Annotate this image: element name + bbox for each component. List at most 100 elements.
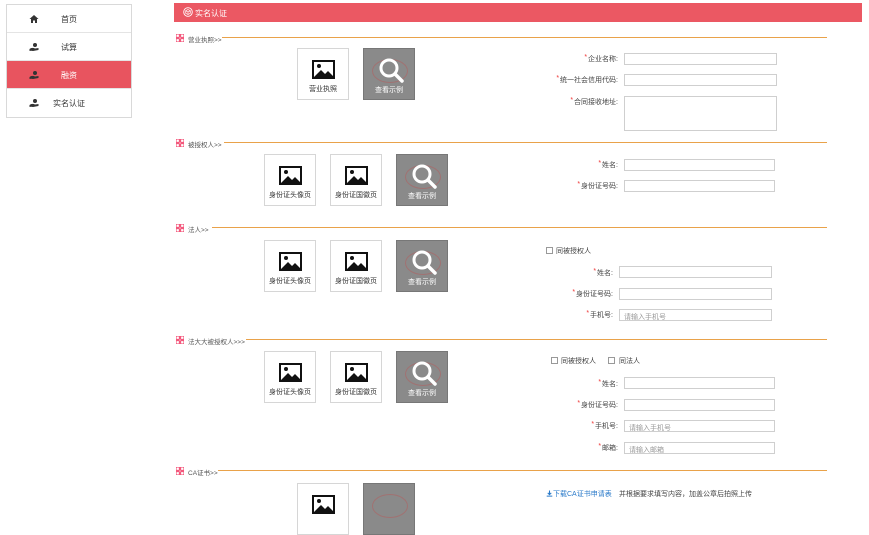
same-as-authorized-checkbox[interactable]: [551, 357, 558, 364]
image-placeholder-icon: [312, 60, 335, 79]
section-title: 法大大被授权人>>>: [188, 339, 245, 346]
magnifier-icon: [412, 361, 437, 386]
grid-icon: [176, 139, 184, 147]
sidebar-item-label: 首页: [61, 15, 77, 24]
upload-caption: 身份证头像页: [269, 389, 311, 396]
contract-address-label: *合同接收地址:: [570, 97, 618, 106]
spouse-phone-field[interactable]: 请输入手机号: [624, 420, 775, 432]
legal-phone-label: *手机号:: [586, 310, 613, 319]
spouse-email-field[interactable]: 请输入邮箱: [624, 442, 775, 454]
spouse-name-field[interactable]: [624, 377, 775, 389]
page-title: 实名认证: [195, 9, 227, 18]
grid-icon: [176, 467, 184, 475]
spouse-id-label: *身份证号码:: [577, 400, 618, 409]
legal-name-field[interactable]: [619, 266, 772, 278]
spouse-email-label: *邮箱:: [598, 443, 618, 452]
section-title: 营业执照>>: [188, 37, 222, 44]
upload-id-front[interactable]: 身份证头像页: [264, 240, 316, 292]
section-divider: [212, 227, 827, 228]
upload-caption: 营业执照: [309, 86, 337, 93]
spouse-phone-label: *手机号:: [591, 421, 618, 430]
view-example-button[interactable]: 查看示例: [396, 154, 448, 206]
hand-coin-icon: [29, 43, 39, 51]
checkbox-label: 同被授权人: [561, 358, 596, 365]
upload-ca-certificate[interactable]: [297, 483, 349, 535]
grid-icon: [176, 34, 184, 42]
upload-caption: 身份证国徽页: [335, 389, 377, 396]
example-caption: 查看示例: [408, 279, 436, 286]
download-instruction: 并根据要求填写内容，加盖公章后拍照上传: [619, 491, 752, 498]
upload-id-back[interactable]: 身份证国徽页: [330, 240, 382, 292]
same-as-authorized-checkbox[interactable]: [546, 247, 553, 254]
authorized-name-field[interactable]: [624, 159, 775, 171]
authorized-name-label: *姓名:: [598, 160, 618, 169]
sidebar-item-label: 试算: [61, 43, 77, 52]
sidebar-item-trial[interactable]: 试算: [7, 33, 131, 61]
upload-business-license[interactable]: 营业执照: [297, 48, 349, 100]
sidebar-item-label: 融资: [61, 71, 77, 80]
company-name-field[interactable]: [624, 53, 777, 65]
image-placeholder-icon: [345, 252, 368, 271]
image-placeholder-icon: [279, 363, 302, 382]
legal-id-label: *身份证号码:: [572, 289, 613, 298]
sidebar: 首页 试算 融资 实名认证: [6, 4, 132, 118]
view-example-button[interactable]: [363, 483, 415, 535]
section-divider: [224, 142, 827, 143]
grid-icon: [176, 336, 184, 344]
section-divider: [222, 37, 827, 38]
example-caption: 查看示例: [408, 193, 436, 200]
checkbox-label: 同被授权人: [556, 248, 591, 255]
stamp-image: [372, 494, 408, 518]
hand-coin-icon: [29, 99, 39, 107]
credit-code-label: *统一社会信用代码:: [556, 75, 618, 84]
section-divider: [246, 339, 827, 340]
download-icon: [546, 490, 553, 497]
view-example-button[interactable]: 查看示例: [363, 48, 415, 100]
sidebar-item-financing[interactable]: 融资: [7, 61, 131, 89]
image-placeholder-icon: [279, 252, 302, 271]
download-ca-form-link[interactable]: 下载CA证书申请表: [546, 489, 612, 499]
upload-id-front[interactable]: 身份证头像页: [264, 351, 316, 403]
legal-name-label: *姓名:: [593, 268, 613, 277]
section-title: CA证书>>: [188, 470, 218, 477]
sidebar-item-home[interactable]: 首页: [7, 5, 131, 33]
upload-caption: 身份证头像页: [269, 278, 311, 285]
example-caption: 查看示例: [408, 390, 436, 397]
upload-caption: 身份证头像页: [269, 192, 311, 199]
section-divider: [218, 470, 827, 471]
authorized-id-field[interactable]: [624, 180, 775, 192]
image-placeholder-icon: [279, 166, 302, 185]
cube-icon: [183, 7, 193, 17]
sidebar-item-label: 实名认证: [53, 99, 85, 108]
section-title: 法人>>: [188, 227, 209, 234]
magnifier-icon: [412, 250, 437, 275]
view-example-button[interactable]: 查看示例: [396, 240, 448, 292]
magnifier-icon: [379, 58, 404, 83]
authorized-id-label: *身份证号码:: [577, 181, 618, 190]
legal-id-field[interactable]: [619, 288, 772, 300]
contract-address-textarea[interactable]: [624, 96, 777, 131]
image-placeholder-icon: [312, 495, 335, 514]
upload-id-front[interactable]: 身份证头像页: [264, 154, 316, 206]
magnifier-icon: [412, 164, 437, 189]
checkbox-label: 同法人: [619, 358, 640, 365]
home-icon: [29, 15, 39, 23]
upload-id-back[interactable]: 身份证国徽页: [330, 351, 382, 403]
credit-code-field[interactable]: [624, 74, 777, 86]
upload-id-back[interactable]: 身份证国徽页: [330, 154, 382, 206]
sidebar-item-verification[interactable]: 实名认证: [7, 89, 131, 116]
image-placeholder-icon: [345, 363, 368, 382]
company-name-label: *企业名称:: [584, 54, 618, 63]
upload-caption: 身份证国徽页: [335, 192, 377, 199]
upload-caption: 身份证国徽页: [335, 278, 377, 285]
example-caption: 查看示例: [375, 87, 403, 94]
same-as-legal-checkbox[interactable]: [608, 357, 615, 364]
spouse-id-field[interactable]: [624, 399, 775, 411]
image-placeholder-icon: [345, 166, 368, 185]
legal-phone-field[interactable]: 请输入手机号: [619, 309, 772, 321]
spouse-name-label: *姓名:: [598, 379, 618, 388]
view-example-button[interactable]: 查看示例: [396, 351, 448, 403]
section-title: 被授权人>>: [188, 142, 222, 149]
grid-icon: [176, 224, 184, 232]
hand-coin-icon: [29, 71, 39, 79]
